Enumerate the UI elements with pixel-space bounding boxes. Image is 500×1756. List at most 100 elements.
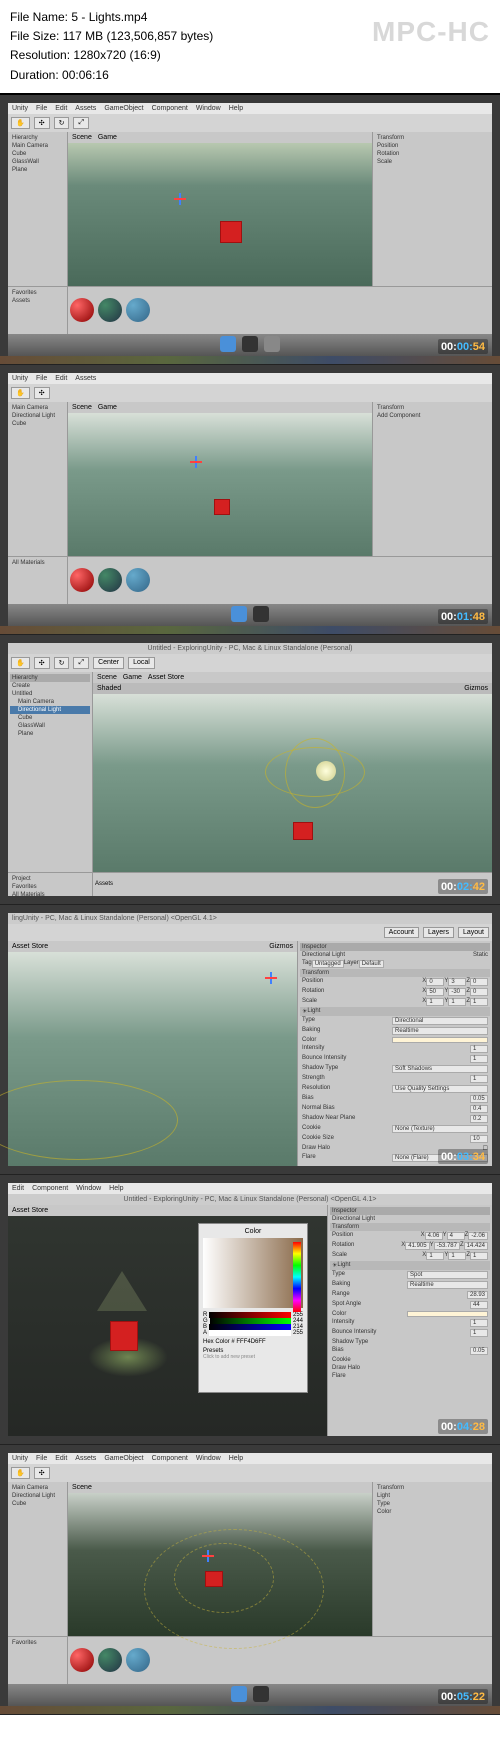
move-tool-button[interactable]: ✣	[34, 387, 50, 399]
bias-input[interactable]: 0.05	[470, 1347, 488, 1355]
menu-assets[interactable]: Assets	[75, 105, 96, 112]
inspector-tab[interactable]: Inspector	[302, 944, 327, 950]
menu-assets[interactable]: Assets	[75, 375, 96, 382]
scene-viewport[interactable]	[68, 143, 372, 286]
scene-viewport[interactable]	[68, 413, 372, 556]
hierarchy-panel[interactable]: Hierarchy Main Camera Cube GlassWall Pla…	[8, 132, 68, 286]
inspector-panel[interactable]: Inspector Directional Light Transform Po…	[327, 1205, 492, 1436]
hierarchy-camera[interactable]: Main Camera	[10, 404, 65, 412]
hierarchy-plane[interactable]: Plane	[10, 730, 90, 738]
pos-x[interactable]: 4.06	[425, 1232, 443, 1240]
menu-help[interactable]: Help	[229, 1455, 243, 1462]
color-gradient-area[interactable]	[203, 1238, 303, 1308]
shaded-dropdown[interactable]: Shaded	[97, 685, 121, 692]
hierarchy-light[interactable]: Directional Light	[10, 1492, 65, 1500]
cube-object[interactable]	[293, 822, 313, 840]
finder-icon[interactable]	[220, 336, 236, 352]
asset-store-tab[interactable]: Asset Store	[12, 1207, 48, 1214]
tag-dropdown[interactable]: Untagged	[312, 960, 344, 968]
transform-gizmo[interactable]	[202, 1550, 214, 1562]
hand-tool-button[interactable]: ✋	[11, 117, 30, 129]
scale-tool-button[interactable]: ⤢	[73, 117, 89, 129]
hex-input[interactable]: # FFF4D6FF	[231, 1339, 265, 1345]
menu-component[interactable]: Component	[152, 1455, 188, 1462]
favorites-item[interactable]: Favorites	[10, 883, 90, 891]
scale-x-input[interactable]: 1	[426, 998, 444, 1006]
scene-tab[interactable]: Scene	[97, 674, 117, 681]
scene-viewport[interactable]	[93, 694, 492, 872]
rotate-tool-button[interactable]: ↻	[54, 117, 70, 129]
red-material-icon[interactable]	[70, 1648, 94, 1672]
cube-object[interactable]	[214, 499, 230, 515]
all-materials[interactable]: All Materials	[10, 891, 90, 899]
pos-y-input[interactable]: 3	[448, 978, 466, 986]
menu-assets[interactable]: Assets	[75, 1455, 96, 1462]
scale-z[interactable]: 1	[470, 1252, 488, 1260]
rot-x-input[interactable]: 50	[426, 988, 444, 996]
create-button[interactable]: Create	[10, 682, 90, 690]
rot-z[interactable]: 14.424	[464, 1242, 488, 1250]
menu-component[interactable]: Component	[32, 1185, 68, 1192]
scale-z-input[interactable]: 1	[470, 998, 488, 1006]
hierarchy-light[interactable]: Directional Light	[10, 412, 65, 420]
menu-unity[interactable]: Unity	[12, 1455, 28, 1462]
scene-viewport[interactable]	[68, 1493, 372, 1636]
move-tool-button[interactable]: ✣	[34, 117, 50, 129]
pos-z-input[interactable]: 0	[470, 978, 488, 986]
layers-dropdown[interactable]: Layers	[423, 927, 454, 938]
gizmos-dropdown[interactable]: Gizmos	[464, 685, 488, 692]
resolution-dropdown[interactable]: Use Quality Settings	[392, 1085, 488, 1093]
menu-gameobject[interactable]: GameObject	[104, 105, 143, 112]
a-slider[interactable]	[209, 1330, 291, 1336]
hierarchy-camera[interactable]: Main Camera	[10, 142, 65, 150]
shadow-dropdown[interactable]: Soft Shadows	[392, 1065, 488, 1073]
hue-slider[interactable]	[293, 1242, 301, 1312]
scene-viewport[interactable]	[8, 952, 297, 1166]
menu-edit[interactable]: Edit	[55, 375, 67, 382]
dark-material-icon[interactable]	[98, 298, 122, 322]
inspector-tab[interactable]: Inspector	[332, 1208, 357, 1214]
dark-material-icon[interactable]	[98, 1648, 122, 1672]
scene-tab[interactable]: Scene	[72, 1484, 92, 1491]
asset-store-tab[interactable]: Asset Store	[12, 943, 48, 950]
hierarchy-glasswall[interactable]: GlassWall	[10, 158, 65, 166]
inspector-panel[interactable]: Transform Position Rotation Scale	[372, 132, 492, 286]
viewport-axis-gizmo[interactable]	[265, 972, 277, 984]
bounce-input[interactable]: 1	[470, 1055, 488, 1063]
pos-z[interactable]: -2.06	[468, 1232, 488, 1240]
move-tool-button[interactable]: ✣	[34, 657, 50, 669]
pos-y[interactable]: 4	[447, 1232, 465, 1240]
color-field[interactable]	[407, 1311, 488, 1317]
layer-dropdown[interactable]: Default	[359, 960, 384, 968]
unity-dock-icon[interactable]	[253, 606, 269, 622]
bounce-input[interactable]: 1	[470, 1329, 488, 1337]
blue-material-icon[interactable]	[126, 1648, 150, 1672]
scene-tab[interactable]: Scene	[72, 404, 92, 411]
unity-dock-icon[interactable]	[242, 336, 258, 352]
spot-angle-input[interactable]: 44	[470, 1301, 488, 1309]
move-tool-button[interactable]: ✣	[34, 1467, 50, 1479]
project-panel[interactable]: Project Favorites All Materials Assets	[8, 872, 492, 896]
menu-edit[interactable]: Edit	[12, 1185, 24, 1192]
local-button[interactable]: Local	[128, 657, 155, 669]
menu-file[interactable]: File	[36, 1455, 47, 1462]
type-dropdown[interactable]: Directional	[392, 1017, 488, 1025]
hierarchy-panel[interactable]: Main Camera Directional Light Cube	[8, 1482, 68, 1636]
rotate-tool-button[interactable]: ↻	[54, 657, 70, 669]
menu-unity[interactable]: Unity	[12, 375, 28, 382]
trash-icon[interactable]	[264, 336, 280, 352]
cookie-size-input[interactable]: 10	[470, 1135, 488, 1143]
transform-gizmo[interactable]	[190, 456, 202, 468]
menu-window[interactable]: Window	[196, 1455, 221, 1462]
rot-y[interactable]: -53.787	[434, 1242, 460, 1250]
hierarchy-plane[interactable]: Plane	[10, 166, 65, 174]
transform-gizmo[interactable]	[174, 193, 186, 205]
finder-icon[interactable]	[231, 1686, 247, 1702]
range-input[interactable]: 28.93	[467, 1291, 488, 1299]
hand-tool-button[interactable]: ✋	[11, 387, 30, 399]
hierarchy-cube[interactable]: Cube	[10, 714, 90, 722]
scene-tab[interactable]: Scene	[72, 134, 92, 141]
gizmos-dropdown[interactable]: Gizmos	[269, 943, 293, 950]
scale-x[interactable]: 1	[426, 1252, 444, 1260]
baking-dropdown[interactable]: Realtime	[392, 1027, 488, 1035]
